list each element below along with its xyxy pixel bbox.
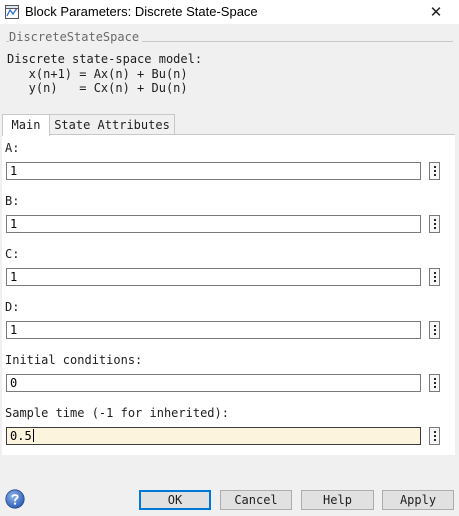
- param-input-sample-time[interactable]: 0.5: [6, 427, 421, 445]
- text-caret: [32, 429, 34, 442]
- parameters-panel: A: 1 B: 1 C: 1 D: 1 Initial conditions: …: [2, 134, 455, 455]
- param-input-c[interactable]: 1: [6, 268, 421, 286]
- simulink-block-icon: [5, 5, 19, 19]
- ok-button[interactable]: OK: [139, 490, 211, 510]
- tab-label: Main: [11, 118, 41, 132]
- param-value: 1: [10, 164, 18, 178]
- param-label-sample-time: Sample time (-1 for inherited):: [5, 406, 229, 420]
- window-title: Block Parameters: Discrete State-Space: [25, 4, 258, 19]
- param-value: 1: [10, 323, 18, 337]
- help-button[interactable]: Help: [301, 490, 374, 510]
- close-button[interactable]: ✕: [413, 0, 459, 24]
- param-menu-a[interactable]: [429, 162, 440, 180]
- param-label-b: B:: [5, 194, 20, 208]
- group-title: DiscreteStateSpace: [9, 30, 143, 44]
- description-group: DiscreteStateSpace Discrete state-space …: [2, 26, 457, 106]
- param-input-b[interactable]: 1: [6, 215, 421, 233]
- param-input-a[interactable]: 1: [6, 162, 421, 180]
- description-line: x(n+1) = Ax(n) + Bu(n): [7, 67, 188, 81]
- help-icon[interactable]: [5, 489, 25, 509]
- param-label-c: C:: [5, 247, 20, 261]
- param-menu-c[interactable]: [429, 268, 440, 286]
- tab-label: State Attributes: [54, 118, 170, 132]
- description-line: y(n) = Cx(n) + Du(n): [7, 81, 188, 95]
- param-menu-d[interactable]: [429, 321, 440, 339]
- param-label-initial-conditions: Initial conditions:: [5, 353, 143, 367]
- param-menu-initial-conditions[interactable]: [429, 374, 440, 392]
- param-input-initial-conditions[interactable]: 0: [6, 374, 421, 392]
- param-label-a: A:: [5, 141, 20, 155]
- close-icon: ✕: [429, 3, 443, 21]
- button-bar: OK Cancel Help Apply: [0, 480, 459, 516]
- param-value: 1: [10, 270, 18, 284]
- param-label-d: D:: [5, 300, 20, 314]
- param-menu-b[interactable]: [429, 215, 440, 233]
- title-bar[interactable]: Block Parameters: Discrete State-Space ✕: [0, 0, 459, 24]
- param-input-d[interactable]: 1: [6, 321, 421, 339]
- param-menu-sample-time[interactable]: [429, 427, 440, 445]
- param-value: 1: [10, 217, 18, 231]
- param-value: 0.5: [10, 429, 32, 443]
- tab-state-attributes[interactable]: State Attributes: [49, 114, 175, 135]
- tab-strip: Main State Attributes: [2, 114, 457, 136]
- cancel-button[interactable]: Cancel: [220, 490, 292, 510]
- tab-main[interactable]: Main: [2, 114, 50, 136]
- apply-button[interactable]: Apply: [382, 490, 454, 510]
- description-line: Discrete state-space model:: [7, 52, 203, 66]
- param-value: 0: [10, 376, 18, 390]
